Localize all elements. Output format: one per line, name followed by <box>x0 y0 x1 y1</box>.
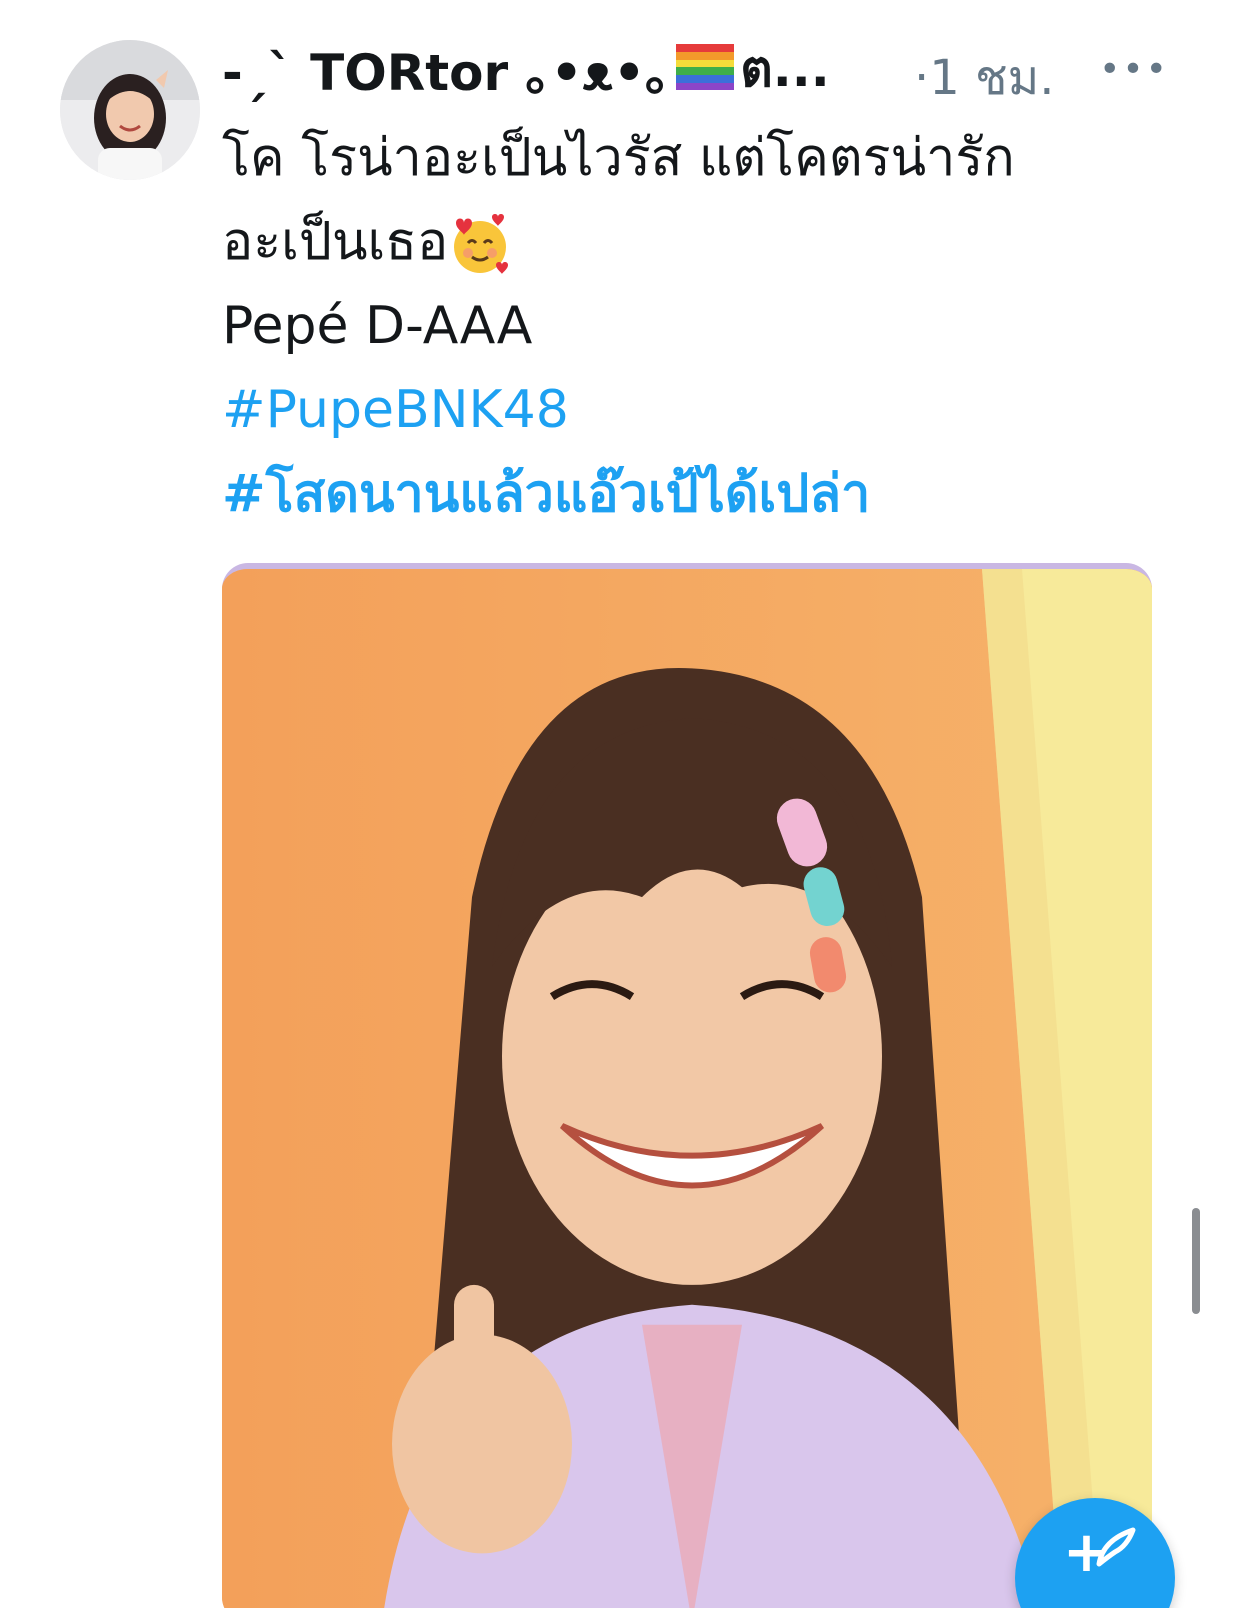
tweet-media-image[interactable] <box>222 563 1152 1608</box>
tweet-text-line-with-emoji: อะเป็นเธอ <box>222 200 1182 284</box>
tweet-text-line: โค โรน่าอะเป็นไวรัส แต่โคตรน่ารัก <box>222 128 1015 188</box>
tweet-text: โค โรน่าอะเป็นไวรัส แต่โคตรน่ารัก อะเป็น… <box>222 116 1182 536</box>
display-name[interactable]: -ˏˋ TORtor ｡•ᴥ•｡ <box>222 33 670 105</box>
tweet[interactable]: -ˏˋ TORtor ｡•ᴥ•｡ ต... ·1 ชม. ••• โค โรน่… <box>0 0 1242 1608</box>
tweet-text-line: อะเป็นเธอ <box>222 212 449 272</box>
display-name-tail[interactable]: ต... <box>740 30 829 109</box>
more-horizontal-icon[interactable]: ••• <box>1099 34 1167 104</box>
tweet-text-line: Pepé D-AAA <box>222 296 533 356</box>
hashtag-link[interactable]: #โสดนานแล้วแอ๊วเป้ได้เปล่า <box>222 452 1182 536</box>
tweet-timestamp[interactable]: ·1 ชม. <box>914 40 1055 116</box>
smiling-face-with-hearts-icon <box>448 213 512 277</box>
tweet-header: -ˏˋ TORtor ｡•ᴥ•｡ ต... ·1 ชม. ••• <box>222 33 1167 107</box>
compose-tweet-icon <box>1096 1527 1136 1567</box>
scrollbar[interactable] <box>1192 1208 1200 1314</box>
rainbow-flag-icon <box>676 44 735 94</box>
avatar[interactable] <box>60 40 200 180</box>
hashtag-link[interactable]: #PupeBNK48 <box>222 368 1182 452</box>
